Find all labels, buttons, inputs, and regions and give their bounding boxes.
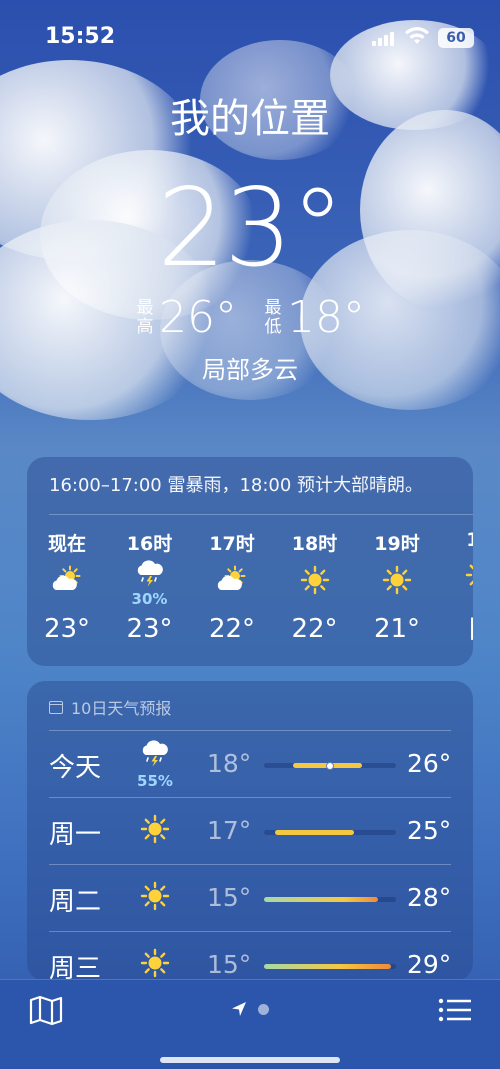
day-label: 今天: [49, 753, 102, 783]
list-icon[interactable]: [437, 996, 473, 1024]
hour-label: 17时: [209, 533, 255, 555]
hourly-item: 17时 22°: [191, 529, 273, 644]
low-temp: 17°: [207, 816, 252, 845]
hour-temp: 23°: [43, 614, 91, 644]
low-temp: 18°: [287, 292, 365, 343]
sun-icon: [140, 881, 170, 915]
home-indicator[interactable]: [160, 1057, 340, 1063]
hour-label: 19: [466, 529, 473, 551]
day-label: 周三: [49, 954, 102, 981]
day-row[interactable]: 今天 55% 18° 26°: [27, 730, 473, 797]
hour-temp: 日: [439, 609, 473, 646]
divider: [49, 730, 451, 731]
sun-icon: [140, 948, 170, 981]
weather-condition: 局部多云: [202, 356, 298, 384]
high-low-temps: 最高 26° 最低 18°: [0, 292, 500, 343]
ten-day-forecast-card[interactable]: 10日天气预报 今天 55% 18° 26° 周一 17° 25° 周二 15°: [27, 681, 473, 981]
hour-temp: 23°: [126, 614, 173, 644]
day-row[interactable]: 周三 15° 29°: [27, 931, 473, 981]
location-arrow-icon[interactable]: [230, 1000, 248, 1018]
ten-day-header-label: 10日天气预报: [71, 699, 172, 718]
temperature-range-fill: [264, 964, 391, 969]
map-icon[interactable]: [28, 994, 64, 1026]
temperature-range-bar: [264, 964, 396, 969]
hourly-item: 16时 30% 23°: [109, 529, 191, 644]
temperature-range-fill: [274, 830, 354, 835]
thunderstorm-icon: [135, 558, 165, 592]
high-label: 最高: [136, 297, 154, 337]
sun-icon: [140, 814, 170, 848]
hour-label: 现在: [47, 533, 86, 555]
high-temp: 29°: [407, 950, 452, 979]
divider: [49, 931, 451, 932]
current-temp-marker: [326, 761, 334, 770]
day-row[interactable]: 周一 17° 25°: [27, 797, 473, 864]
high-temp: 25°: [407, 816, 452, 845]
hour-temp: 21°: [373, 614, 421, 644]
partly-cloudy-icon: [215, 565, 249, 599]
hour-label: 16时: [126, 533, 173, 555]
wifi-icon: [405, 27, 429, 44]
hourly-forecast-card[interactable]: 16:00–17:00 雷暴雨，18:00 预计大部晴朗。 现在 23° 16时 …: [27, 457, 473, 666]
partly-cloudy-icon: [50, 565, 84, 599]
status-bar: 15:52 60: [0, 0, 500, 70]
ten-day-header: 10日天气预报: [49, 695, 171, 719]
sun-icon: [465, 560, 473, 594]
day-label: 周二: [49, 887, 102, 917]
high-temp: 26°: [159, 292, 237, 343]
status-time: 15:52: [45, 24, 116, 49]
temperature-range-bar: [264, 897, 396, 902]
hour-temp: 22°: [291, 614, 338, 644]
hour-label: 18时: [291, 533, 338, 555]
temperature-range-bar: [264, 830, 396, 835]
hourly-item: 现在 23°: [27, 529, 108, 644]
page-indicator-dot[interactable]: [258, 1004, 269, 1015]
day-label: 周一: [49, 820, 102, 850]
current-temperature: 23°: [157, 166, 344, 291]
hour-temp: 22°: [208, 614, 256, 644]
low-temp: 18°: [207, 749, 252, 778]
calendar-icon: [49, 700, 63, 714]
hourly-item: 19 日: [439, 529, 473, 646]
hourly-item: 18时 22°: [274, 529, 356, 644]
divider: [49, 864, 451, 865]
forecast-summary: 16:00–17:00 雷暴雨，18:00 预计大部晴朗。: [49, 475, 424, 496]
temperature-range-bar: [264, 761, 396, 770]
sun-icon: [300, 565, 330, 599]
low-label: 最低: [264, 297, 282, 337]
day-row[interactable]: 周二 15° 28°: [27, 864, 473, 931]
temperature-range-fill: [264, 897, 378, 902]
bottom-toolbar: [0, 979, 500, 1069]
hourly-list[interactable]: 现在 23°16时 30% 23°17时 22°18时 22°19时 21°19…: [27, 529, 473, 659]
high-temp: 26°: [407, 749, 452, 778]
low-temp: 15°: [207, 883, 252, 912]
high-temp: 28°: [407, 883, 452, 912]
cellular-signal-icon: [372, 32, 394, 46]
location-title: 我的位置: [170, 96, 330, 142]
hour-label: 19时: [374, 533, 420, 555]
divider: [49, 514, 473, 515]
sun-icon: [382, 565, 412, 599]
hourly-item: 19时 21°: [356, 529, 438, 644]
precip-chance: 30%: [131, 589, 168, 608]
low-temp: 15°: [207, 950, 252, 979]
divider: [49, 797, 451, 798]
precip-chance: 55%: [137, 772, 173, 790]
thunderstorm-icon: [140, 738, 170, 772]
battery-indicator: 60: [438, 28, 474, 48]
